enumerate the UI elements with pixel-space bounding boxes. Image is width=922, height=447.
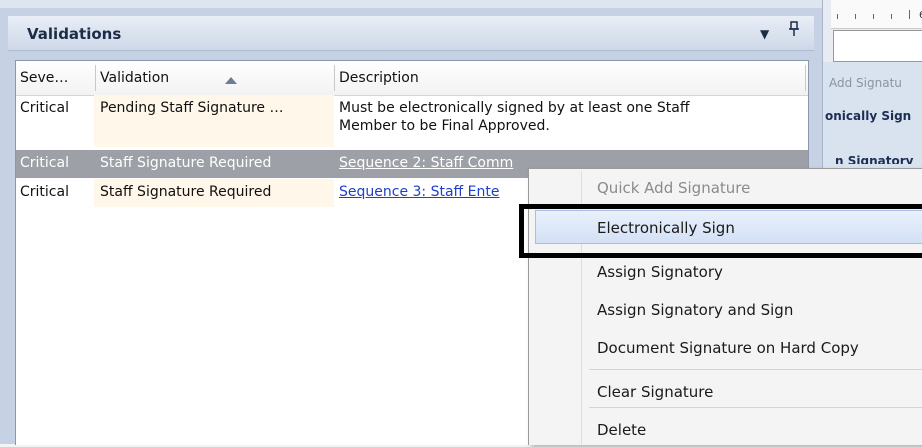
menu-item-quick-add-signature[interactable]: Quick Add Signature (529, 171, 922, 205)
panel-title: Validations (27, 25, 122, 43)
column-header-description[interactable]: Description (339, 70, 419, 86)
column-header-severity[interactable]: Seve… (20, 70, 68, 86)
severity-cell: Critical (20, 100, 69, 116)
menu-item-label: Document Signature on Hard Copy (597, 339, 859, 357)
menu-item-label: Clear Signature (597, 383, 714, 401)
pin-icon[interactable] (788, 21, 800, 41)
menu-item-label: Quick Add Signature (597, 179, 751, 197)
menu-item-clear-signature[interactable]: Clear Signature (529, 375, 922, 409)
grid-header: Seve… Validation Description (16, 61, 808, 96)
highlight-annotation-box (519, 204, 922, 258)
column-divider[interactable] (334, 65, 335, 91)
validation-cell: Staff Signature Required (100, 155, 272, 171)
side-electronically-sign[interactable]: onically Sign (823, 109, 922, 123)
description-link[interactable]: Sequence 2: Staff Comm (339, 155, 513, 171)
panel-top-strip (0, 0, 822, 8)
menu-item-assign-signatory[interactable]: Assign Signatory (529, 255, 922, 289)
column-divider[interactable] (805, 65, 806, 91)
column-header-validation[interactable]: Validation (100, 70, 169, 86)
description-link[interactable]: Sequence 3: Staff Ente (339, 184, 499, 200)
side-assign-signatory[interactable]: n Signatory (823, 154, 922, 164)
menu-item-label: Assign Signatory and Sign (597, 301, 794, 319)
column-divider[interactable] (95, 65, 96, 91)
severity-cell: Critical (20, 184, 69, 200)
menu-item-delete[interactable]: Delete (529, 413, 922, 447)
table-row[interactable]: Critical Pending Staff Signature … Must … (16, 95, 808, 147)
validation-cell: Staff Signature Required (100, 184, 272, 200)
sort-ascending-icon (225, 77, 237, 84)
description-cell: Must be electronically signed by at leas… (339, 100, 690, 116)
menu-item-label: Delete (597, 421, 647, 439)
severity-cell: Critical (20, 155, 69, 171)
description-cell-continued: Member to be Final Approved. (339, 118, 550, 134)
menu-separator (589, 369, 922, 370)
side-input-box[interactable] (833, 30, 922, 62)
menu-separator (589, 407, 922, 408)
side-quick-add-signature[interactable]: Add Signatu (823, 76, 922, 90)
ruler: 6 (831, 0, 922, 29)
menu-item-assign-signatory-and-sign[interactable]: Assign Signatory and Sign (529, 293, 922, 327)
menu-item-document-signature-hard-copy[interactable]: Document Signature on Hard Copy (529, 331, 922, 365)
panel-dropdown-icon[interactable]: ▼ (760, 27, 769, 41)
validation-cell: Pending Staff Signature … (100, 100, 284, 116)
panel-title-bar: Validations ▼ (8, 16, 814, 51)
menu-item-label: Assign Signatory (597, 263, 723, 281)
